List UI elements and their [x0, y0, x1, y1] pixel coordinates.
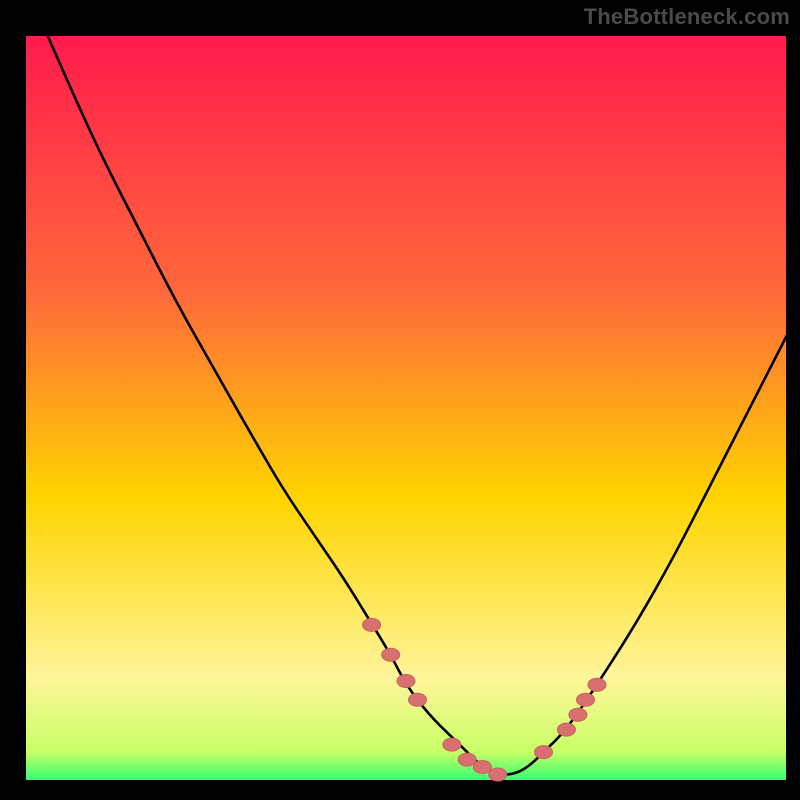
highlight-dot — [363, 618, 381, 631]
highlight-dot — [397, 675, 415, 688]
bottleneck-chart — [0, 0, 800, 800]
highlight-dot — [458, 753, 476, 766]
plot-background — [24, 34, 788, 782]
highlight-dot — [588, 678, 606, 691]
watermark-text: TheBottleneck.com — [584, 4, 790, 30]
chart-frame: TheBottleneck.com — [0, 0, 800, 800]
highlight-dot — [535, 746, 553, 759]
highlight-dot — [557, 723, 575, 736]
highlight-dot — [409, 693, 427, 706]
highlight-dot — [443, 738, 461, 751]
highlight-dot — [569, 708, 587, 721]
highlight-dot — [489, 768, 507, 781]
highlight-dot — [382, 648, 400, 661]
highlight-dot — [577, 693, 595, 706]
highlight-dot — [473, 761, 491, 774]
